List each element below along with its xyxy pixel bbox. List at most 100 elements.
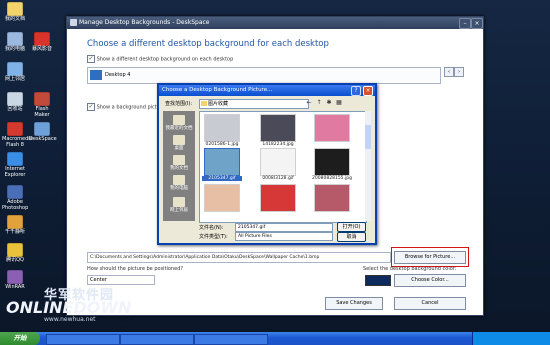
file-tile[interactable]	[312, 114, 352, 142]
watermark-logo: 华军软件园 ONLINEDOWN www.newhua.net	[2, 284, 152, 324]
color-label: Select the desktop background color:	[363, 266, 457, 272]
place-recent[interactable]: 我最近的文档	[163, 115, 195, 131]
desktop-icon-label: 千千静听	[4, 229, 25, 235]
file-name: 2105347.gif	[202, 176, 242, 181]
desktop-icon-qq[interactable]: 腾讯QQ	[2, 243, 28, 264]
file-list: 0201586-1.jpg 14182234.jpg 2105347.gif 0008…	[199, 111, 367, 223]
dialog-titlebar[interactable]: Choose a Desktop Background Picture... ?…	[159, 85, 375, 96]
show-different-checkbox[interactable]: ✓	[87, 55, 95, 63]
watermark-url: www.newhua.net	[44, 316, 96, 323]
picture-path-field[interactable]: C:\Documents and Settings\Administrator\…	[87, 252, 391, 263]
desktop-icon-label: 网上邻居	[4, 76, 25, 82]
look-in-label: 查找范围(I):	[165, 101, 193, 107]
desktop-icon-network[interactable]: 网上邻居	[2, 62, 28, 83]
save-changes-button[interactable]: Save Changes	[325, 297, 383, 310]
recent-documents-icon	[173, 115, 185, 125]
taskbar-item[interactable]	[194, 334, 268, 345]
desktop-icon-label: 回收站	[7, 106, 23, 112]
window-titlebar[interactable]: Manage Desktop Backgrounds - DeskSpace –…	[67, 17, 483, 29]
file-name: 0201586-1.jpg	[205, 142, 239, 147]
system-tray	[472, 332, 550, 345]
places-bar: 我最近的文档 桌面 我的文档 我的电脑 网上邻居	[163, 111, 195, 221]
flash-maker-icon	[34, 92, 50, 106]
place-label: 我的电脑	[170, 186, 188, 191]
open-button[interactable]: 打开(O)	[337, 222, 366, 232]
desktop-icon-flash-maker[interactable]: Flash Maker	[29, 92, 55, 118]
filetype-select[interactable]: All Picture Files	[235, 232, 333, 241]
folder-icon	[201, 101, 207, 106]
desktop-icon-my-computer[interactable]: 我的电脑	[2, 32, 28, 53]
filetype-label: 文件类型(T):	[199, 234, 228, 240]
desktop-icon-my-documents[interactable]: 我的文档	[2, 2, 28, 23]
desktop-icon-baofeng[interactable]: 暴风影音	[29, 32, 55, 53]
desktop-list-item[interactable]: Desktop 4	[87, 67, 441, 84]
place-my-documents[interactable]: 我的文档	[163, 155, 195, 171]
desktop-icon-recycle-bin[interactable]: 回收站	[2, 92, 28, 113]
computer-icon	[173, 175, 185, 185]
desktop-icon-photoshop[interactable]: Adobe Photoshop	[2, 185, 28, 211]
file-name: 0008I3128.gif	[262, 176, 294, 181]
app-logo-icon	[70, 19, 77, 26]
place-label: 网上邻居	[170, 208, 188, 213]
file-tile[interactable]	[312, 184, 352, 212]
image-thumbnail	[204, 114, 240, 142]
place-network[interactable]: 网上邻居	[163, 197, 195, 213]
photoshop-icon	[7, 185, 23, 199]
desktop-icon-label: Internet Explorer	[4, 166, 26, 178]
cancel-button[interactable]: Cancel	[394, 297, 466, 310]
file-tile[interactable]: 0008I3128.gif	[258, 148, 298, 181]
show-picture-checkbox[interactable]: ✓	[87, 103, 95, 111]
desktop-icon-deskspace[interactable]: DeskSpace	[29, 122, 57, 143]
dialog-cancel-button[interactable]: 取消	[337, 232, 366, 242]
file-tile[interactable]: 0201586-1.jpg	[202, 114, 242, 147]
file-tile[interactable]	[202, 184, 242, 212]
window-title: Manage Desktop Backgrounds - DeskSpace	[79, 19, 210, 26]
taskbar-item[interactable]	[46, 334, 120, 345]
place-label: 我的文档	[170, 166, 188, 171]
minimize-button[interactable]: –	[459, 18, 471, 29]
deskspace-icon	[34, 122, 50, 136]
taskbar-item[interactable]	[120, 334, 194, 345]
image-thumbnail	[260, 184, 296, 212]
file-name: 20080828155.jpg	[312, 176, 352, 181]
desktop-icon-flash[interactable]: Macromedia Flash 8	[2, 122, 33, 148]
filename-input[interactable]: 2105347.gif	[235, 223, 333, 232]
image-thumbnail	[314, 148, 350, 176]
desktop-icon-label: 我的文档	[4, 16, 25, 22]
previous-desktop-button[interactable]: ‹	[444, 67, 454, 77]
look-in-select[interactable]: 图片收藏	[199, 99, 309, 109]
desktop-icon-ie[interactable]: Internet Explorer	[2, 152, 28, 178]
page-heading: Choose a different desktop background fo…	[87, 39, 329, 49]
file-list-scrollbar[interactable]	[365, 111, 371, 221]
show-different-option[interactable]: ✓ Show a different desktop background on…	[87, 55, 233, 63]
place-desktop[interactable]: 桌面	[163, 135, 195, 151]
file-tile[interactable]: 14182234.jpg	[258, 114, 298, 147]
ie-icon	[7, 152, 23, 166]
choose-picture-dialog: Choose a Desktop Background Picture... ?…	[157, 83, 377, 245]
help-button[interactable]: ?	[351, 86, 361, 96]
back-icon[interactable]: ←	[305, 99, 313, 107]
place-label: 我最近的文档	[165, 126, 193, 131]
desktop-icon-label: Adobe Photoshop	[2, 199, 29, 211]
desktop-name: Desktop 4	[105, 72, 131, 78]
next-desktop-button[interactable]: ›	[454, 67, 464, 77]
place-my-computer[interactable]: 我的电脑	[163, 175, 195, 191]
folder-icon	[7, 2, 23, 16]
view-menu-icon[interactable]: ▦	[335, 99, 343, 107]
dialog-close-button[interactable]: ×	[363, 86, 373, 96]
up-folder-icon[interactable]: ↑	[315, 99, 323, 107]
file-tile[interactable]	[258, 184, 298, 212]
start-button[interactable]: 开始	[0, 332, 40, 345]
file-tile[interactable]: 20080828155.jpg	[312, 148, 352, 181]
browse-for-picture-button[interactable]: Browse for Picture...	[394, 251, 466, 264]
image-thumbnail	[204, 184, 240, 212]
recycle-bin-icon	[7, 92, 23, 106]
close-button[interactable]: ×	[471, 18, 483, 29]
scrollbar-thumb[interactable]	[365, 125, 371, 149]
desktop-icon-ttplayer[interactable]: 千千静听	[2, 215, 28, 236]
choose-color-button[interactable]: Choose Color...	[394, 274, 466, 287]
file-name: 14182234.jpg	[262, 142, 294, 147]
new-folder-icon[interactable]: ✱	[325, 99, 333, 107]
desktop-icon-label: Flash Maker	[34, 106, 50, 118]
file-tile[interactable]: 2105347.gif	[202, 148, 242, 181]
